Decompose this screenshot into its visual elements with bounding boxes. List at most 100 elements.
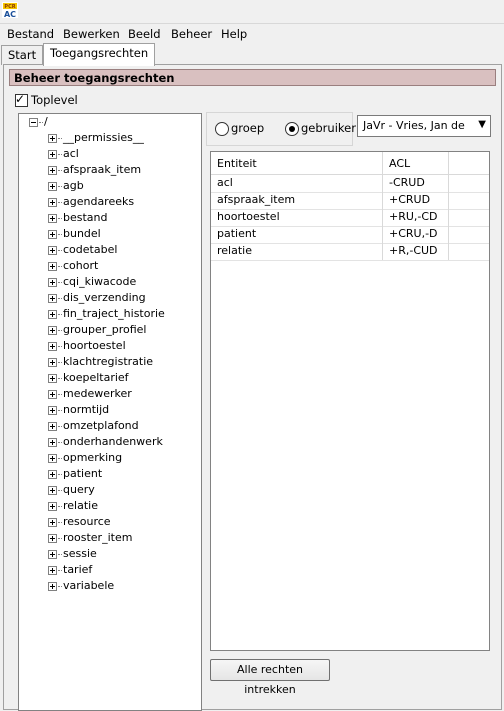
tab-start-label: Start [8,48,37,62]
user-select-value: JaVr - Vries, Jan de [363,119,465,132]
cell-entiteit: relatie [217,244,252,257]
grid-header: Entiteit ACL [211,152,489,175]
expand-icon[interactable] [48,534,57,543]
access-rights-panel: Beheer toegangsrechten ✓ Toplevel / __pe… [3,64,502,711]
expand-icon[interactable] [48,166,57,175]
expand-icon[interactable] [48,550,57,559]
tree-item-label: cohort [63,259,99,272]
expand-icon[interactable] [48,374,57,383]
cell-acl: +CRU,-D [389,227,438,240]
tree-item-label: codetabel [63,243,118,256]
cell-acl: +RU,-CD [389,210,438,223]
table-row[interactable]: relatie +R,-CUD [211,243,489,261]
tree-item-label: omzetplafond [63,419,139,432]
tree-item-label: agb [63,179,84,192]
panel-title: Beheer toegangsrechten [9,69,496,86]
menu-beeld[interactable]: Beeld [128,27,161,41]
col-entiteit-label: Entiteit [217,157,257,170]
tree-item-label: tarief [63,563,93,576]
tree-item-label: afspraak_item [63,163,142,176]
tree-item-label: opmerking [63,451,123,464]
menu-bewerken-label: Bewerken [63,27,120,41]
tab-strip: Start Toegangsrechten [0,43,504,66]
collapse-icon[interactable] [29,118,38,127]
tree-item-label: normtijd [63,403,110,416]
expand-icon[interactable] [48,294,57,303]
tab-start[interactable]: Start [1,45,44,65]
cell-acl: +R,-CUD [389,244,438,257]
expand-icon[interactable] [48,582,57,591]
radio-groep-circle[interactable] [215,122,229,136]
radio-groep-label: groep [231,121,265,135]
acl-grid[interactable]: Entiteit ACL acl -CRUD afspraak_item +CRUD h… [210,151,490,651]
expand-icon[interactable] [48,310,57,319]
revoke-all-button-label: Alle rechten intrekken [236,663,304,696]
col-acl-label: ACL [389,157,411,170]
tree-item-label: agendareeks [63,195,135,208]
tree-item-label: hoortoestel [63,339,126,352]
expand-icon[interactable] [48,246,57,255]
expand-icon[interactable] [48,518,57,527]
radio-gebruiker-circle[interactable] [285,122,299,136]
expand-icon[interactable] [48,358,57,367]
tree-item-label: bundel [63,227,101,240]
logo-text-bottom: AC [4,10,16,18]
tree-root-label: / [44,115,48,128]
table-row[interactable]: afspraak_item +CRUD [211,192,489,210]
radio-gebruiker-label: gebruiker [301,121,356,135]
col-entiteit[interactable]: Entiteit [211,152,383,174]
chevron-down-icon[interactable]: ▼ [478,119,486,130]
tree-item-label: medewerker [63,387,132,400]
table-row[interactable]: hoortoestel +RU,-CD [211,209,489,227]
tree-item-label: fin_traject_historie [63,307,165,320]
expand-icon[interactable] [48,454,57,463]
menu-bar: Bestand Bewerken Beeld Beheer Help [0,23,504,44]
table-row[interactable]: patient +CRU,-D [211,226,489,244]
expand-icon[interactable] [48,422,57,431]
menu-help[interactable]: Help [221,27,247,41]
expand-icon[interactable] [48,262,57,271]
expand-icon[interactable] [48,278,57,287]
menu-beheer-label: Beheer [171,27,213,41]
cell-acl: -CRUD [389,176,425,189]
table-row[interactable]: acl -CRUD [211,175,489,193]
revoke-all-button[interactable]: Alle rechten intrekken [210,659,330,696]
expand-icon[interactable] [48,470,57,479]
tree-item-label: __permissies__ [63,131,144,144]
col-acl[interactable]: ACL [383,152,449,174]
cell-acl: +CRUD [389,193,431,206]
tree-item-label: query [63,483,95,496]
expand-icon[interactable] [48,150,57,159]
cell-entiteit: acl [217,176,233,189]
tab-toegangsrechten-label: Toegangsrechten [50,46,149,60]
cell-entiteit: patient [217,227,257,240]
tree-item-label: dis_verzending [63,291,146,304]
tree-item-label: cqi_kiwacode [63,275,137,288]
expand-icon[interactable] [48,486,57,495]
entity-tree[interactable]: / __permissies__ acl afspraak_item agb agend… [18,113,202,711]
tab-toegangsrechten[interactable]: Toegangsrechten [43,43,156,66]
menu-bestand[interactable]: Bestand [7,27,54,41]
expand-icon[interactable] [48,502,57,511]
expand-icon[interactable] [48,390,57,399]
scope-radio-group: groep gebruiker [206,112,356,146]
checkmark-icon: ✓ [15,92,26,106]
expand-icon[interactable] [48,438,57,447]
expand-icon[interactable] [48,566,57,575]
expand-icon[interactable] [48,342,57,351]
user-select[interactable]: JaVr - Vries, Jan de ▼ [357,115,491,137]
expand-icon[interactable] [48,230,57,239]
menu-bewerken[interactable]: Bewerken [63,27,120,41]
menu-beeld-label: Beeld [128,27,161,41]
toplevel-checkbox-box[interactable]: ✓ [15,92,28,107]
expand-icon[interactable] [48,214,57,223]
tree-item-label: onderhandenwerk [63,435,163,448]
expand-icon[interactable] [48,406,57,415]
expand-icon[interactable] [48,182,57,191]
expand-icon[interactable] [48,326,57,335]
menu-beheer[interactable]: Beheer [171,27,212,41]
menu-bestand-label: Bestand [7,27,55,41]
expand-icon[interactable] [48,198,57,207]
expand-icon[interactable] [48,134,57,143]
tree-item-label: bestand [63,211,108,224]
